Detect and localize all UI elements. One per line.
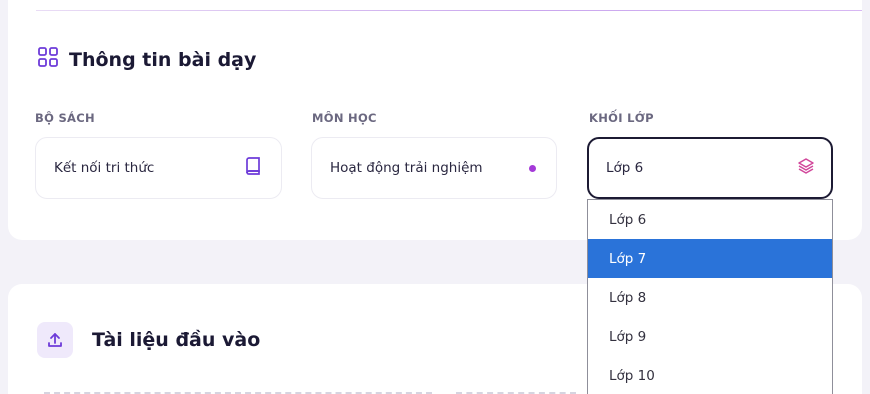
- grade-select[interactable]: Lớp 6: [587, 137, 833, 199]
- grade-dropdown-list: Lớp 6 Lớp 7 Lớp 8 Lớp 9 Lớp 10: [587, 199, 833, 394]
- grade-option-lop-8[interactable]: Lớp 8: [588, 278, 832, 317]
- subject-select[interactable]: Hoạt động trải nghiệm: [311, 137, 557, 199]
- grid-icon: [37, 46, 59, 73]
- grade-option-lop-10[interactable]: Lớp 10: [588, 356, 832, 394]
- upload-icon: [37, 322, 73, 358]
- layers-icon: [797, 157, 815, 179]
- book-set-value: Kết nối tri thức: [54, 160, 155, 176]
- lesson-info-header: Thông tin bài dạy: [37, 46, 256, 73]
- grade-label: KHỐI LỚP: [589, 111, 654, 125]
- book-set-select[interactable]: Kết nối tri thức: [35, 137, 282, 199]
- subject-label: MÔN HỌC: [312, 111, 377, 125]
- book-set-label: BỘ SÁCH: [35, 111, 95, 125]
- section-title: Thông tin bài dạy: [69, 48, 257, 71]
- grade-value: Lớp 6: [606, 160, 644, 176]
- input-docs-title: Tài liệu đầu vào: [92, 329, 261, 351]
- book-icon: [245, 157, 261, 179]
- subject-value: Hoạt động trải nghiệm: [330, 160, 483, 176]
- divider: [36, 10, 862, 11]
- grade-option-lop-6[interactable]: Lớp 6: [588, 200, 832, 239]
- grade-option-lop-9[interactable]: Lớp 9: [588, 317, 832, 356]
- grade-option-lop-7[interactable]: Lớp 7: [588, 239, 832, 278]
- status-dot-icon: [529, 164, 536, 172]
